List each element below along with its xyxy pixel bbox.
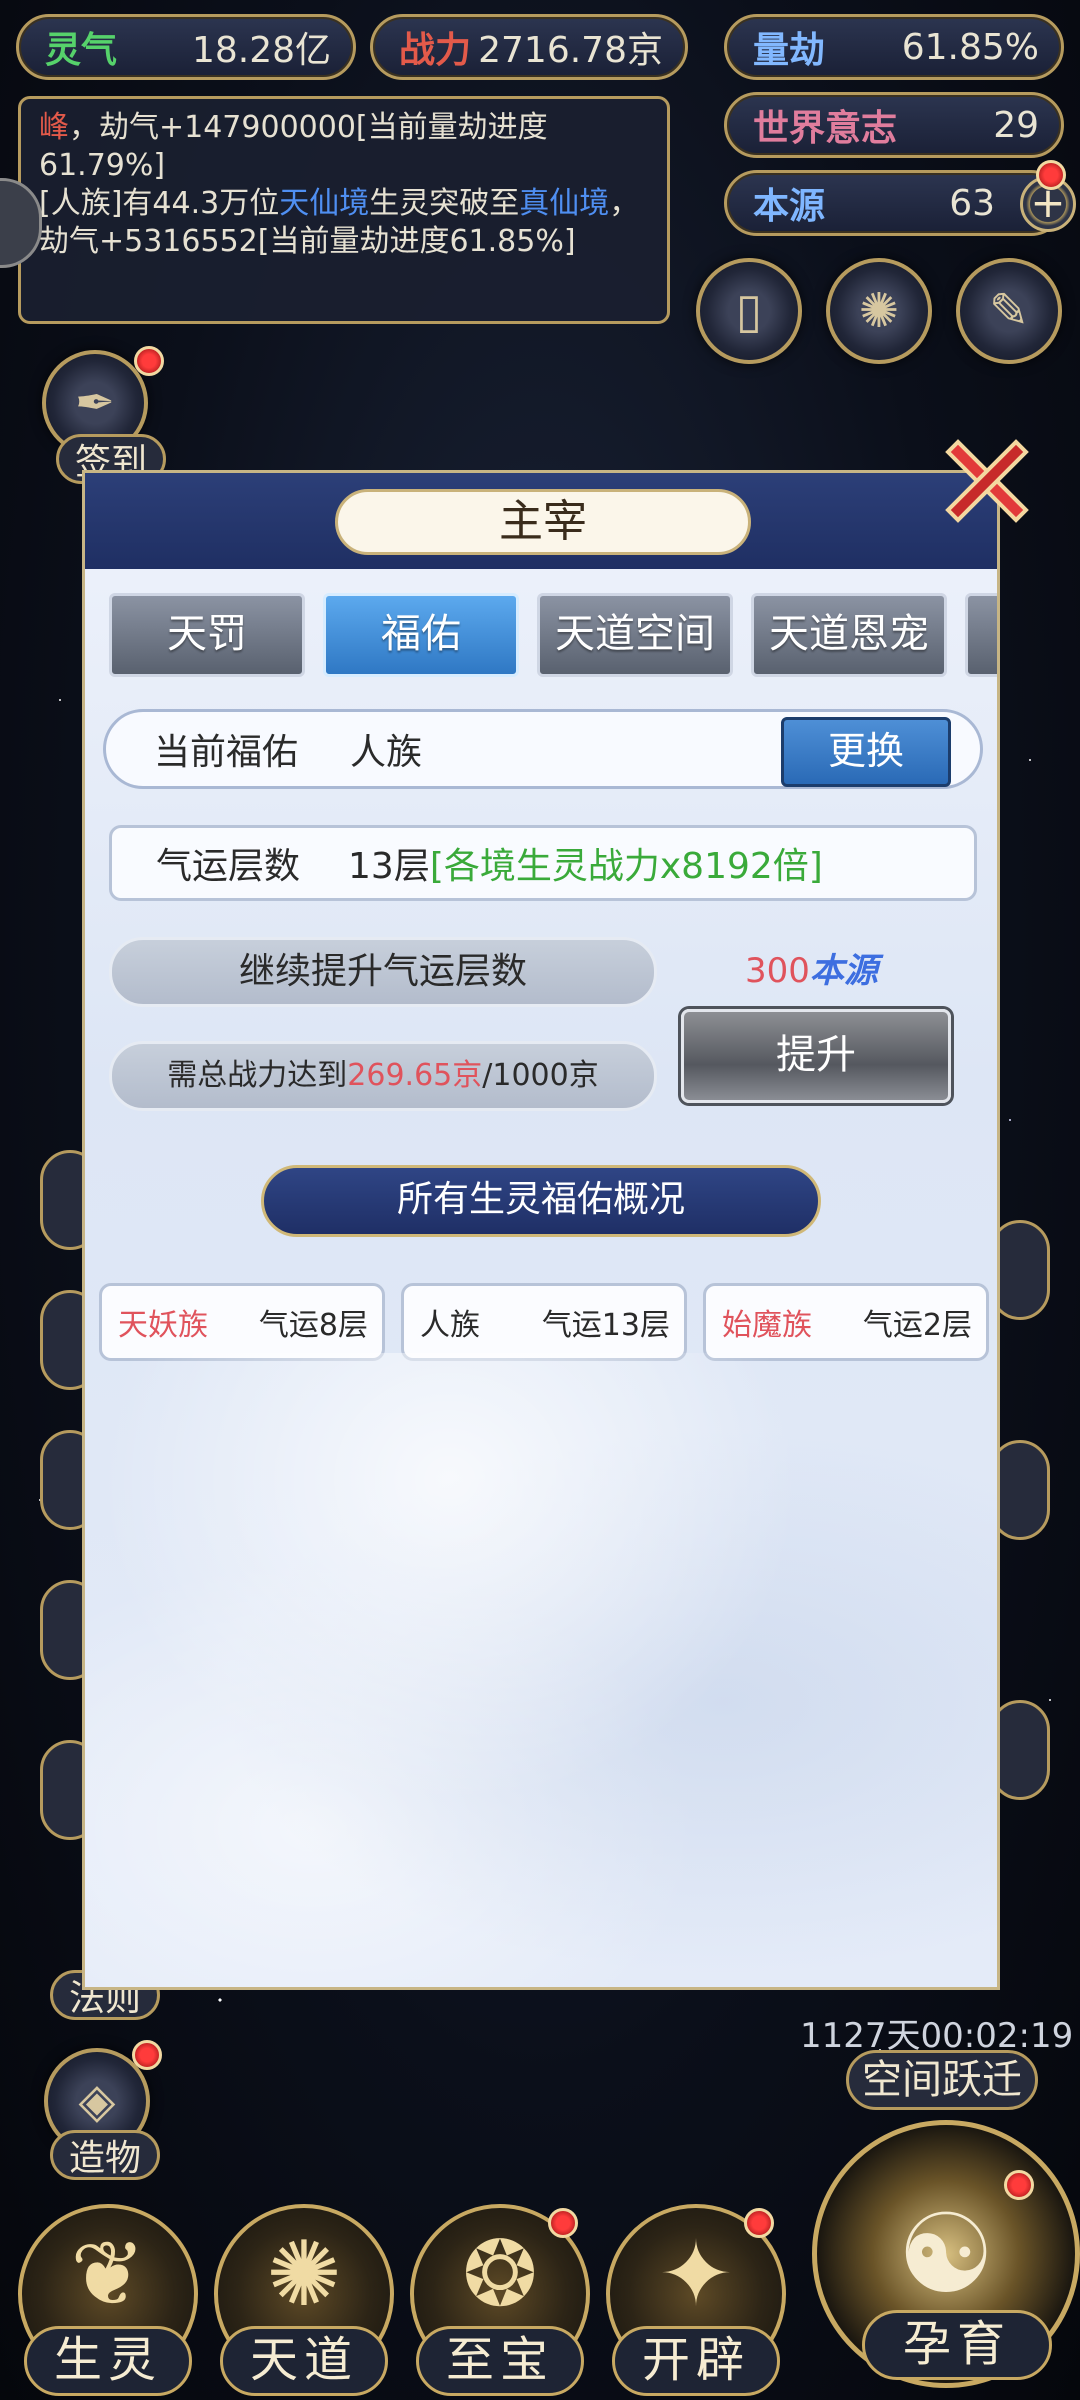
requirement-pill: 需总战力达到269.65京/1000京: [109, 1041, 657, 1111]
qiyun-value: 13层: [348, 846, 430, 887]
portal-icon[interactable]: ✺: [826, 258, 932, 364]
tab-tianfa[interactable]: 天罚: [109, 593, 305, 677]
creation-notification-dot: [744, 2208, 774, 2238]
zaowu-notification-dot: [132, 2040, 162, 2070]
nav-shengling[interactable]: 生灵: [24, 2326, 192, 2396]
race-card[interactable]: 始魔族 气运2层: [703, 1283, 989, 1361]
benyuan-value: 63: [949, 182, 995, 224]
log-realm-1: 天仙境: [279, 186, 370, 221]
log-line-2-b: 生灵突破至: [369, 186, 520, 221]
lingqi-label: 灵气: [45, 30, 118, 71]
master-dialog: 主宰 天罚 福佑 天道空间 天道恩宠 当前福佑 人族 更换 气运层数 13层 […: [82, 470, 1000, 1990]
upgrade-button[interactable]: 提升: [681, 1009, 951, 1103]
tab-tiandao-space[interactable]: 天道空间: [537, 593, 733, 677]
log-realm-2: 真仙境: [519, 186, 610, 221]
current-blessing-label: 当前福佑: [154, 732, 299, 773]
nurture-notification-dot: [1004, 2170, 1034, 2200]
race-name: 天妖族: [118, 1308, 208, 1343]
need-current: 269.65京: [347, 1058, 483, 1093]
close-icon[interactable]: [940, 434, 1034, 528]
shijie-yizhi-stat[interactable]: 世界意志 29: [724, 92, 1064, 158]
race-name: 始魔族: [722, 1308, 812, 1343]
shijie-yizhi-label: 世界意志: [753, 108, 898, 149]
log-line-2: [人族]有44.3万位天仙境生灵突破至真仙境，劫气+5316552[当前量劫进度…: [39, 185, 649, 261]
need-prefix: 需总战力达到: [167, 1058, 348, 1093]
race-card[interactable]: 天妖族 气运8层: [99, 1283, 385, 1361]
zhanli-stat: 战力 2716.78京: [370, 14, 688, 80]
log-name: 峰: [39, 110, 69, 145]
race-qiyun: 气运8层: [258, 1308, 368, 1343]
liangjie-stat[interactable]: 量劫 61.85%: [724, 14, 1064, 80]
liangjie-label: 量劫: [753, 30, 826, 71]
race-card[interactable]: 人族 气运13层: [401, 1283, 687, 1361]
nav-yunyu[interactable]: 孕育: [862, 2310, 1052, 2380]
nav-tiandao[interactable]: 天道: [220, 2326, 388, 2396]
notification-dot: [1036, 160, 1066, 190]
card-icon[interactable]: ▯: [696, 258, 802, 364]
event-log: 峰，劫气+147900000[当前量劫进度61.79%] [人族]有44.3万位…: [18, 96, 670, 324]
scroll-icon[interactable]: ✎: [956, 258, 1062, 364]
treasure-notification-dot: [548, 2208, 578, 2238]
nav-kaipi[interactable]: 开辟: [612, 2326, 780, 2396]
sign-in-notification-dot: [134, 346, 164, 376]
race-list: 天妖族 气运8层 人族 气运13层 始魔族 气运2层: [99, 1283, 989, 1361]
race-qiyun: 气运13层: [541, 1308, 670, 1343]
zaowu-label[interactable]: 造物: [50, 2130, 161, 2180]
benyuan-stat[interactable]: 本源 63: [724, 170, 1064, 236]
lingqi-stat: 灵气 18.28亿: [16, 14, 356, 80]
liangjie-value: 61.85%: [901, 26, 1039, 68]
overview-title: 所有生灵福佑概况: [261, 1165, 821, 1237]
need-target: /1000京: [482, 1058, 599, 1093]
log-line-1-text: ，劫气+147900000[当前量劫进度61.79%]: [39, 110, 548, 183]
lingqi-value: 18.28亿: [191, 30, 331, 71]
qiyun-label: 气运层数: [156, 846, 301, 887]
log-line-1: 峰，劫气+147900000[当前量劫进度61.79%]: [39, 109, 649, 185]
tab-fuyou[interactable]: 福佑: [323, 593, 519, 677]
zhanli-label: 战力: [399, 30, 472, 71]
qiyun-bonus: [各境生灵战力x8192倍]: [429, 846, 823, 887]
change-button[interactable]: 更换: [781, 717, 951, 787]
tab-overflow[interactable]: [965, 593, 997, 677]
cost-unit: 本源: [809, 951, 878, 991]
tab-tiandao-favor[interactable]: 天道恩宠: [751, 593, 947, 677]
zhanli-value: 2716.78京: [478, 30, 663, 71]
current-blessing-value: 人族: [350, 732, 423, 773]
benyuan-label: 本源: [753, 186, 826, 227]
dialog-title: 主宰: [335, 489, 751, 555]
nav-zhibao[interactable]: 至宝: [416, 2326, 584, 2396]
race-qiyun: 气运2层: [862, 1308, 972, 1343]
shijie-yizhi-value: 29: [993, 104, 1039, 146]
qiyun-row: 气运层数 13层 [各境生灵战力x8192倍]: [109, 825, 977, 901]
tab-bar: 天罚 福佑 天道空间 天道恩宠: [109, 593, 997, 677]
cost-number: 300: [745, 951, 810, 991]
log-line-2-a: [人族]有44.3万位: [39, 186, 280, 221]
upgrade-cost: 300本源: [745, 943, 878, 992]
race-name: 人族: [420, 1308, 480, 1343]
upgrade-label: 继续提升气运层数: [109, 937, 657, 1007]
teleport-button[interactable]: 空间跃迁: [846, 2050, 1038, 2110]
